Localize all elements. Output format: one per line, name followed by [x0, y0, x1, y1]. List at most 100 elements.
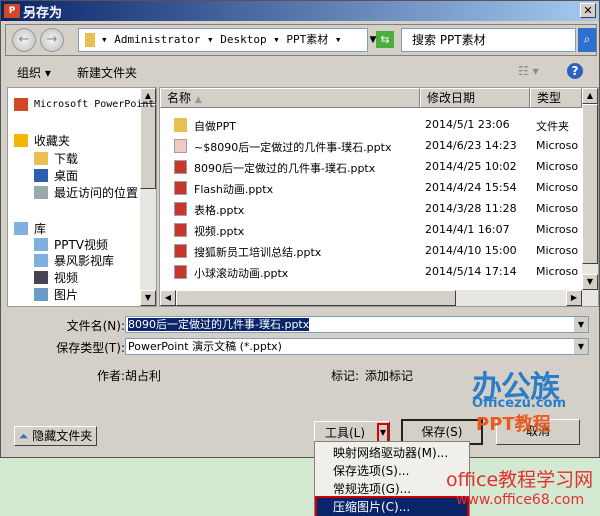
watermark-url: www.office68.com — [456, 492, 585, 508]
file-type: 文件夹 — [536, 120, 569, 133]
file-name: 表格.pptx — [194, 204, 245, 217]
file-row[interactable]: 视频.pptx 2014/4/1 16:07 Microso — [160, 220, 582, 241]
nav-item-label: 下载 — [54, 152, 79, 166]
refresh-button[interactable]: ⇆ — [376, 31, 394, 48]
scroll-right-button[interactable]: ▶ — [566, 290, 582, 306]
file-date: 2014/5/1 23:06 — [425, 118, 510, 131]
view-options-icon[interactable]: ☷ ▾ — [518, 64, 539, 78]
scroll-thumb[interactable] — [140, 104, 156, 189]
watermark-logo-sub: Officezu.com — [472, 396, 567, 411]
menu-item-general-options[interactable]: 常规选项(G)... — [317, 480, 467, 498]
pptx-file-icon — [174, 139, 187, 153]
hide-folders-label: 隐藏文件夹 — [32, 429, 93, 443]
nav-item-label: 最近访问的位置 — [54, 186, 139, 200]
watermark-tag: PPT教程 — [476, 414, 551, 435]
address-bar-area: ← → ▾ Administrator ▾ Desktop ▾ PPT素材 ▾ … — [5, 24, 597, 56]
nav-item[interactable]: 下载 — [34, 150, 78, 167]
file-date: 2014/6/23 14:23 — [425, 139, 517, 152]
scroll-thumb[interactable] — [176, 290, 456, 306]
nav-item[interactable]: Microsoft PowerPoint — [14, 98, 154, 111]
star-icon — [14, 134, 28, 147]
tools-dropdown-arrow[interactable]: ▼ — [377, 423, 389, 443]
tags-value[interactable]: 添加标记 — [365, 367, 413, 384]
library-icon — [34, 238, 48, 251]
file-date: 2014/3/28 11:28 — [425, 202, 517, 215]
video-icon — [34, 271, 48, 284]
nav-item-label: 库 — [34, 222, 47, 236]
organize-button[interactable]: 组织 ▾ — [17, 64, 51, 81]
scroll-up-button[interactable]: ▲ — [582, 88, 598, 104]
file-date: 2014/4/25 10:02 — [425, 160, 517, 173]
file-type: Microso — [536, 139, 579, 152]
filename-label: 文件名(N): — [66, 319, 125, 333]
scroll-down-button[interactable]: ▼ — [582, 274, 598, 290]
filename-value: 8090后一定做过的几件事-璞石.pptx — [128, 318, 310, 331]
file-type-value: PowerPoint 演示文稿 (*.pptx) — [128, 340, 282, 353]
column-header-name[interactable]: 名称 ▲ — [160, 88, 420, 108]
nav-item-label: 桌面 — [54, 169, 79, 183]
nav-item[interactable]: 收藏夹 — [14, 132, 70, 149]
file-row[interactable]: 小球滚动动画.pptx 2014/5/14 17:14 Microso — [160, 262, 582, 283]
folder-icon — [85, 33, 95, 47]
scroll-left-button[interactable]: ◀ — [160, 290, 176, 306]
nav-item[interactable]: 暴风影视库 — [34, 252, 114, 269]
hide-folders-button[interactable]: ⏶ 隐藏文件夹 — [14, 426, 97, 446]
file-type-select[interactable]: PowerPoint 演示文稿 (*.pptx) ▼ — [125, 338, 589, 355]
file-name: ~$8090后一定做过的几件事-璞石.pptx — [194, 141, 392, 154]
file-type: Microso — [536, 181, 579, 194]
column-header-date[interactable]: 修改日期 — [420, 88, 530, 108]
search-icon[interactable]: ⌕ — [578, 28, 596, 52]
nav-item-label: 收藏夹 — [34, 134, 71, 148]
nav-item-label: 暴风影视库 — [54, 254, 115, 268]
breadcrumb[interactable]: ▾ Administrator ▾ Desktop ▾ PPT素材 ▾ — [78, 28, 368, 52]
forward-button[interactable]: → — [40, 28, 64, 52]
file-row[interactable]: 自做PPT 2014/5/1 23:06 文件夹 — [160, 115, 582, 136]
file-row[interactable]: 搜狐新员工培训总结.pptx 2014/4/10 15:00 Microso — [160, 241, 582, 262]
nav-scrollbar[interactable]: ▲ ▼ — [140, 88, 156, 306]
back-button[interactable]: ← — [12, 28, 36, 52]
menu-item-compress-pictures[interactable]: 压缩图片(C)... — [315, 496, 469, 516]
nav-item[interactable]: 图片 — [34, 286, 78, 303]
scroll-thumb[interactable] — [582, 104, 598, 264]
nav-item[interactable]: 桌面 — [34, 167, 78, 184]
file-row[interactable]: 表格.pptx 2014/3/28 11:28 Microso — [160, 199, 582, 220]
nav-item-label: PPTV视频 — [54, 238, 109, 252]
file-name: 8090后一定做过的几件事-璞石.pptx — [194, 162, 376, 175]
file-type-label: 保存类型(T): — [56, 341, 125, 355]
nav-item[interactable]: 视频 — [34, 269, 78, 286]
file-type: Microso — [536, 244, 579, 257]
new-folder-button[interactable]: 新建文件夹 — [77, 64, 137, 81]
help-icon[interactable]: ? — [567, 63, 583, 79]
file-row[interactable]: 8090后一定做过的几件事-璞石.pptx 2014/4/25 10:02 Mi… — [160, 157, 582, 178]
file-date: 2014/5/14 17:14 — [425, 265, 517, 278]
author-value[interactable]: 胡占利 — [125, 367, 161, 384]
nav-item-label: 图片 — [54, 288, 79, 302]
tags-label: 标记: — [331, 369, 360, 383]
file-date: 2014/4/24 15:54 — [425, 181, 517, 194]
horizontal-scrollbar[interactable]: ◀ ▶ — [160, 290, 582, 306]
pptx-file-icon — [174, 181, 187, 195]
nav-item[interactable]: 库 — [14, 220, 46, 237]
file-name: 小球滚动动画.pptx — [194, 267, 289, 280]
column-header-type[interactable]: 类型 — [530, 88, 582, 108]
search-input[interactable]: 搜索 PPT素材 — [401, 28, 576, 52]
file-row[interactable]: ~$8090后一定做过的几件事-璞石.pptx 2014/6/23 14:23 … — [160, 136, 582, 157]
nav-item-label: Microsoft PowerPoint — [34, 99, 155, 110]
file-row[interactable]: Flash动画.pptx 2014/4/24 15:54 Microso — [160, 178, 582, 199]
title-bar: P 另存为 ✕ — [1, 1, 599, 21]
recent-places-icon — [34, 186, 48, 199]
menu-item-map-network-drive[interactable]: 映射网络驱动器(M)... — [317, 444, 467, 462]
dialog-title: 另存为 — [23, 5, 63, 21]
watermark-site: office教程学习网 — [446, 469, 594, 491]
nav-item[interactable]: PPTV视频 — [34, 236, 108, 253]
scroll-down-button[interactable]: ▼ — [140, 290, 156, 306]
pptx-file-icon — [174, 160, 187, 174]
chevron-down-icon[interactable]: ▼ — [574, 317, 588, 332]
filename-input[interactable]: 8090后一定做过的几件事-璞石.pptx ▼ — [125, 316, 589, 333]
nav-item[interactable]: 最近访问的位置 — [34, 184, 138, 201]
menu-item-save-options[interactable]: 保存选项(S)... — [317, 462, 467, 480]
close-button[interactable]: ✕ — [580, 3, 596, 18]
chevron-down-icon[interactable]: ▼ — [574, 339, 588, 354]
file-type: Microso — [536, 265, 579, 278]
list-scrollbar[interactable]: ▲ ▼ — [582, 88, 598, 306]
